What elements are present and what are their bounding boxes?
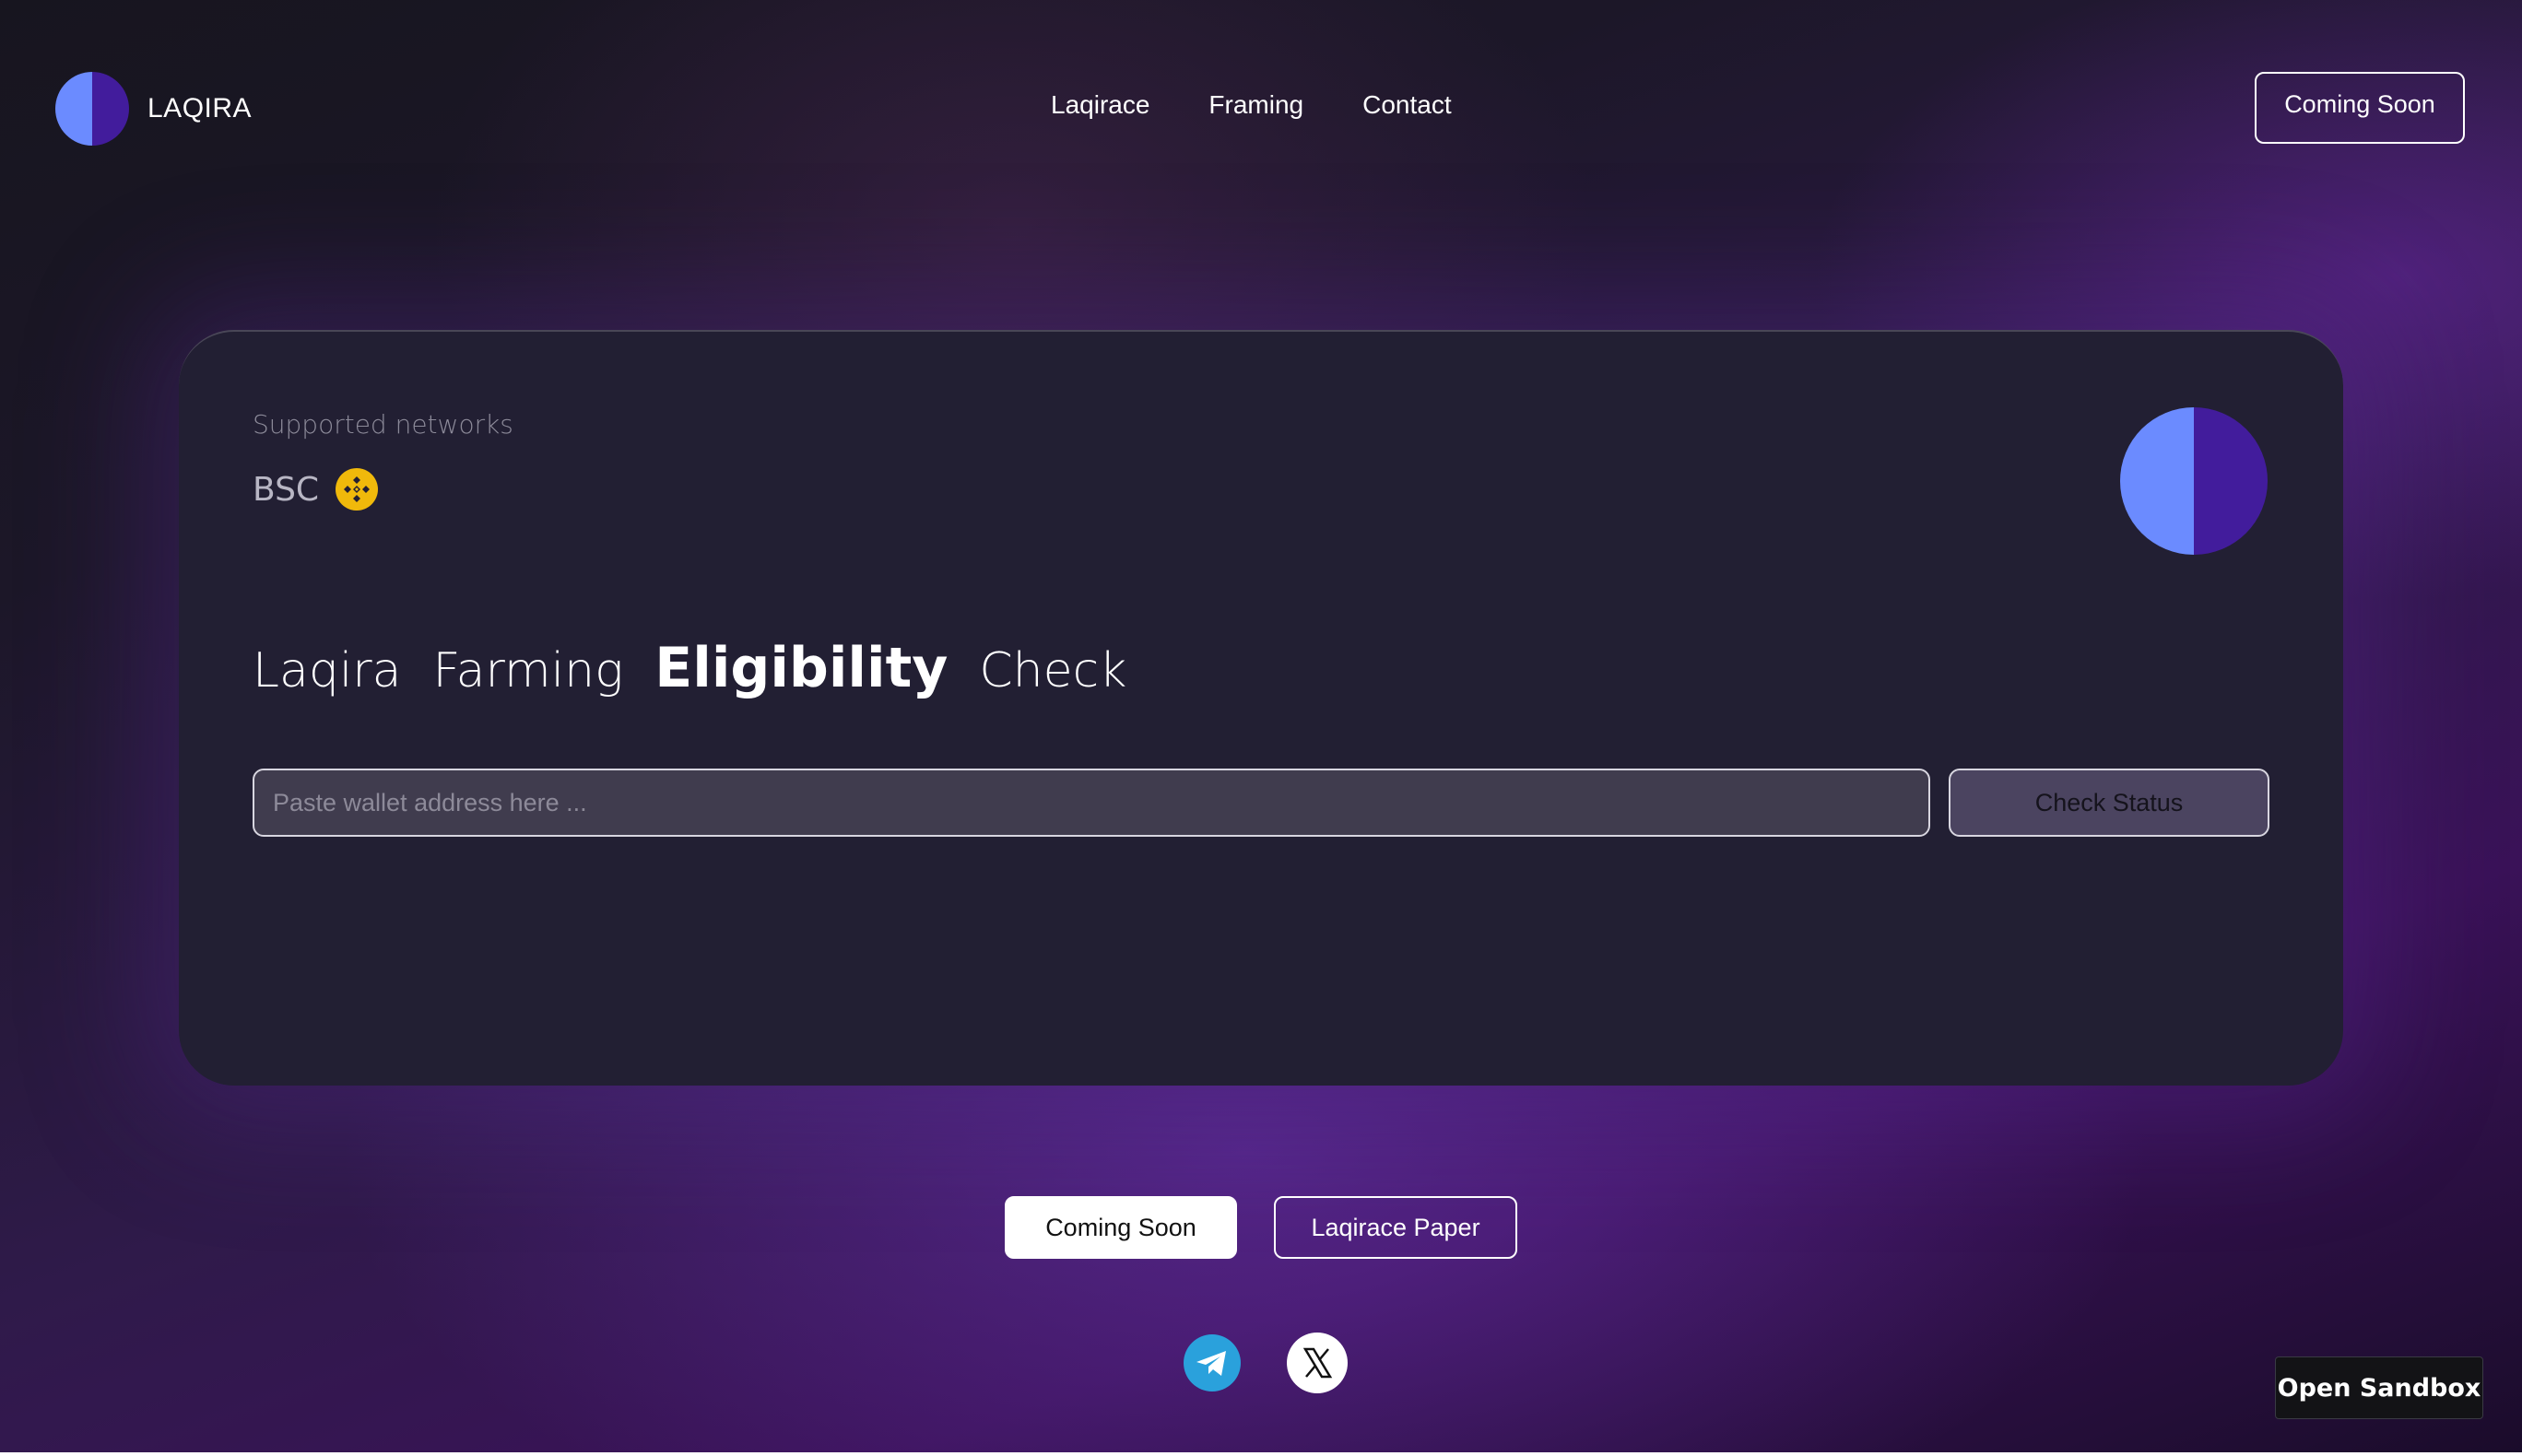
check-status-button[interactable]: Check Status	[1949, 769, 2269, 837]
laqirace-paper-button[interactable]: Laqirace Paper	[1274, 1196, 1517, 1259]
nav-link-contact[interactable]: Contact	[1362, 90, 1452, 120]
bnb-icon	[336, 468, 379, 511]
network-badge: BSC	[253, 468, 379, 511]
eligibility-card: Supported networks BSC Laqira Farming El…	[179, 330, 2343, 1086]
wallet-address-input[interactable]	[253, 769, 1930, 837]
network-name: BSC	[253, 470, 320, 509]
telegram-icon[interactable]	[1184, 1334, 1241, 1391]
coming-soon-button[interactable]: Coming Soon	[1005, 1196, 1237, 1259]
nav-link-framing[interactable]: Framing	[1208, 90, 1303, 120]
title-word: Check	[979, 643, 1127, 699]
bottom-divider	[0, 1452, 2522, 1456]
title-word-emphasis: Eligibility	[654, 636, 949, 700]
title-word: Farming	[432, 643, 624, 699]
main-nav: Laqirace Framing Contact	[1051, 90, 1452, 120]
page-title: Laqira Farming Eligibility Check	[253, 636, 1126, 700]
supported-networks-label: Supported networks	[253, 409, 513, 440]
card-logo-icon	[2120, 407, 2268, 555]
nav-link-laqirace[interactable]: Laqirace	[1051, 90, 1149, 120]
header-coming-soon-button[interactable]: Coming Soon	[2255, 72, 2465, 144]
open-sandbox-button[interactable]: Open Sandbox	[2275, 1356, 2483, 1419]
logo-mark-icon	[55, 72, 129, 146]
x-icon[interactable]	[1287, 1333, 1348, 1393]
title-word: Laqira	[253, 643, 402, 699]
brand-logo[interactable]: LAQIRA	[55, 72, 252, 146]
brand-name: LAQIRA	[147, 93, 253, 123]
site-header: LAQIRA Laqirace Framing Contact Coming S…	[0, 0, 2522, 217]
